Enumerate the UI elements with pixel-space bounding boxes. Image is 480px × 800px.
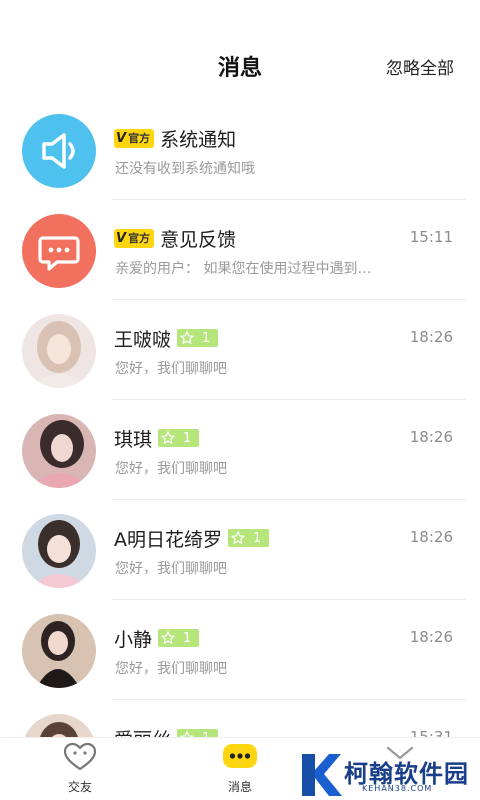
contact-name: 琪琪 (114, 428, 153, 451)
tab-friends[interactable]: 交友 (40, 742, 120, 795)
official-badge: V 官方 (114, 228, 155, 248)
message-preview: 您好，我们聊聊吧 (115, 661, 227, 677)
avatar (22, 314, 96, 388)
chat-bubble-icon (38, 236, 80, 271)
message-list: V 官方 系统通知 还没有收到系统通知哦 V 官方 意见反馈 15:11 亲爱的用户… (0, 100, 480, 800)
watermark: 柯翰软件园 KEHAN38.COM (296, 748, 480, 800)
level-badge: 1 (177, 329, 219, 347)
message-time: 15:11 (409, 228, 453, 246)
list-item-system-notice[interactable]: V 官方 系统通知 还没有收到系统通知哦 (0, 100, 480, 200)
speaker-icon (42, 133, 75, 169)
avatar (22, 214, 96, 288)
message-preview: 您好，我们聊聊吧 (115, 561, 227, 577)
tab-label: 消息 (227, 780, 252, 794)
message-dots-icon (223, 744, 257, 768)
heart-chat-icon (63, 742, 97, 771)
contact-name: 系统通知 (160, 128, 237, 151)
list-item[interactable]: 王啵啵 1 18:26 您好，我们聊聊吧 (0, 300, 480, 400)
contact-name: A明日花绮罗 (114, 528, 222, 551)
contact-name: 王啵啵 (114, 328, 172, 351)
contact-name: 小静 (114, 628, 153, 651)
message-preview: 您好，我们聊聊吧 (115, 361, 227, 377)
star-icon (180, 331, 195, 345)
message-time: 18:26 (409, 528, 453, 546)
message-time: 18:26 (409, 628, 453, 646)
message-time: 18:26 (409, 328, 453, 346)
k-logo-icon (302, 754, 342, 796)
tab-label: 交友 (67, 780, 92, 794)
contact-name: 意见反馈 (160, 228, 237, 251)
watermark-sub: KEHAN38.COM (362, 784, 433, 793)
level-badge: 1 (158, 429, 200, 447)
list-item[interactable]: 琪琪 1 18:26 您好，我们聊聊吧 (0, 400, 480, 500)
message-time: 18:26 (409, 428, 453, 446)
star-icon (161, 431, 176, 445)
message-preview: 您好，我们聊聊吧 (115, 461, 227, 477)
message-preview: 还没有收到系统通知哦 (115, 161, 255, 177)
star-icon (161, 631, 176, 645)
official-badge: V 官方 (114, 128, 155, 148)
list-item[interactable]: A明日花绮罗 1 18:26 您好，我们聊聊吧 (0, 500, 480, 600)
tab-messages[interactable]: 消息 (200, 742, 280, 795)
avatar (22, 114, 96, 188)
avatar (22, 514, 96, 588)
header: 消息 忽略全部 (0, 0, 480, 110)
list-item[interactable]: 小静 1 18:26 您好，我们聊聊吧 (0, 600, 480, 700)
avatar (22, 614, 96, 688)
message-preview: 亲爱的用户： 如果您在使用过程中遇到… (115, 261, 372, 277)
star-icon (231, 531, 245, 545)
avatar (22, 414, 96, 488)
level-badge: 1 (228, 529, 270, 547)
ignore-all-button[interactable]: 忽略全部 (386, 54, 454, 79)
level-badge: 1 (158, 629, 200, 647)
list-item-feedback[interactable]: V 官方 意见反馈 15:11 亲爱的用户： 如果您在使用过程中遇到… (0, 200, 480, 300)
